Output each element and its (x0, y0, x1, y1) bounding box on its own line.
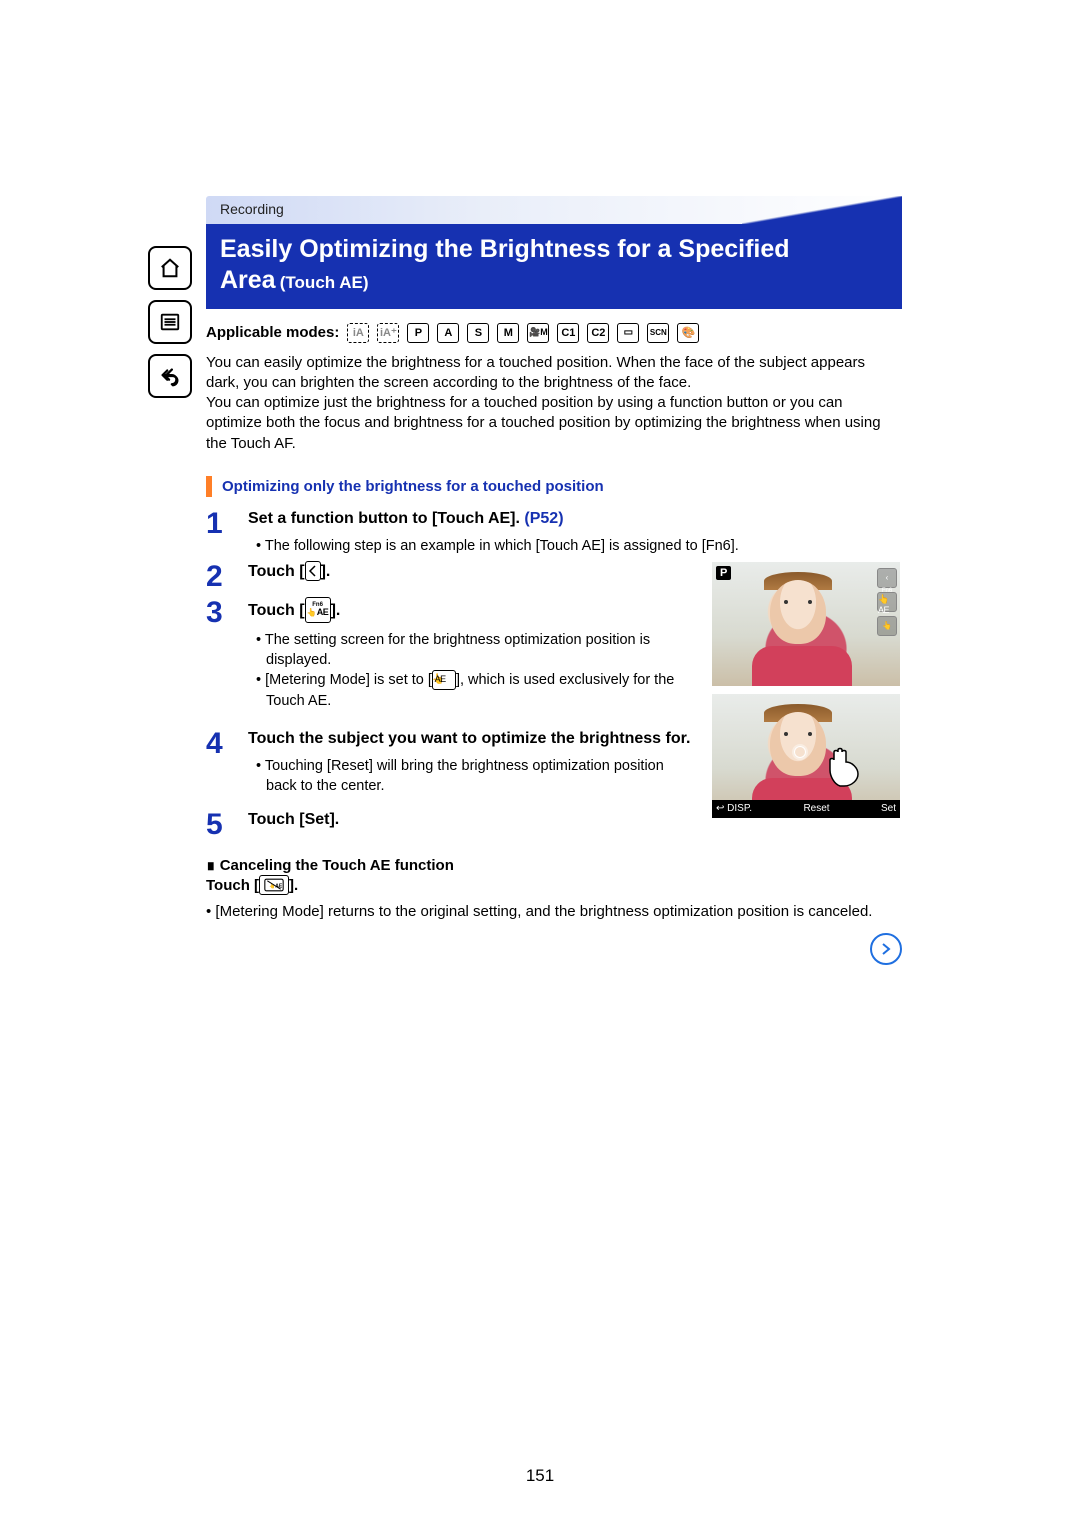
example-screenshot-2: ↩ DISP. Reset Set (712, 694, 900, 818)
step-number: 1 (206, 509, 232, 556)
applicable-modes-label: Applicable modes: (206, 324, 339, 341)
next-page-arrow[interactable] (206, 933, 902, 965)
step-5: 5 Touch [Set]. (206, 810, 696, 840)
example-screenshot-1: P ‹ Fn6👆AE 👆 (712, 562, 900, 686)
page-title: Easily Optimizing the Brightness for a S… (206, 224, 902, 309)
page-number: 151 (0, 1466, 1080, 1486)
cancel-instruction: Touch [ 👆AE ]. (206, 876, 902, 896)
mode-icon-c1: C1 (557, 323, 579, 343)
cancel-heading: ∎ Canceling the Touch AE function (206, 856, 902, 874)
mode-icon-a: A (437, 323, 459, 343)
mode-icon-ia-plus: iA⁺ (377, 323, 399, 343)
mode-icon-c2: C2 (587, 323, 609, 343)
mode-icon-p: P (407, 323, 429, 343)
step-1-note: The following step is an example in whic… (252, 536, 902, 556)
touch-ae-metering-icon: 👆AE (432, 670, 456, 690)
home-icon[interactable] (148, 246, 192, 290)
mode-badge: P (716, 566, 731, 580)
touch-target-marker (794, 746, 806, 758)
mode-icon-movie-m: 🎥M (527, 323, 549, 343)
mode-icon-m: M (497, 323, 519, 343)
step-2: 2 Touch [ ]. (206, 562, 696, 592)
page-content: Recording Easily Optimizing the Brightne… (206, 196, 902, 965)
intro-text: You can easily optimize the brightness f… (206, 353, 902, 454)
mode-icon-s: S (467, 323, 489, 343)
touch-tab-handle-icon: ‹ (877, 568, 897, 588)
mode-icon-creative: 🎨 (677, 323, 699, 343)
step-4: 4 Touch the subject you want to optimize… (206, 729, 696, 796)
step-3-note-2: [Metering Mode] is set to [👆AE], which i… (252, 670, 696, 711)
section-label: Recording (220, 201, 284, 217)
mode-icon-scn: SCN (647, 323, 669, 343)
mode-icon-ia: iA (347, 323, 369, 343)
subsection-heading: Optimizing only the brightness for a tou… (206, 476, 902, 497)
fn6-icon: Fn6👆AE (877, 592, 897, 612)
step-3-note-1: The setting screen for the brightness op… (252, 630, 696, 671)
back-icon[interactable] (148, 354, 192, 398)
cancel-section: ∎ Canceling the Touch AE function Touch … (206, 856, 902, 896)
reset-soft-button: Reset (752, 803, 881, 814)
touch-shutter-icon: 👆 (877, 616, 897, 636)
section-tab: Recording (206, 196, 902, 224)
touch-ae-off-icon: 👆AE (259, 875, 289, 895)
sidebar-nav (148, 246, 192, 398)
step-1: 1 Set a function button to [Touch AE]. (… (206, 509, 902, 556)
touch-tab-open-icon (305, 561, 321, 581)
applicable-modes-row: Applicable modes: iA iA⁺ P A S M 🎥M C1 C… (206, 323, 902, 343)
figure-column: P ‹ Fn6👆AE 👆 ↩ DIS (712, 562, 902, 847)
back-soft-button: ↩ DISP. (712, 803, 752, 814)
step-3: 3 Touch [ Fn6 👆AE ]. The setting screen … (206, 598, 696, 711)
touch-hand-icon (820, 738, 870, 788)
contents-icon[interactable] (148, 300, 192, 344)
cancel-note: • [Metering Mode] returns to the origina… (206, 902, 902, 922)
fn6-touch-ae-icon: Fn6 👆AE (305, 597, 331, 623)
mode-icon-panorama: ▭ (617, 323, 639, 343)
steps-list: 1 Set a function button to [Touch AE]. (… (206, 509, 902, 847)
step-4-note: Touching [Reset] will bring the brightne… (252, 756, 696, 797)
page-ref-link[interactable]: (P52) (524, 510, 563, 527)
touch-tab-icons: ‹ Fn6👆AE 👆 (877, 568, 897, 636)
set-soft-button: Set (881, 803, 900, 814)
